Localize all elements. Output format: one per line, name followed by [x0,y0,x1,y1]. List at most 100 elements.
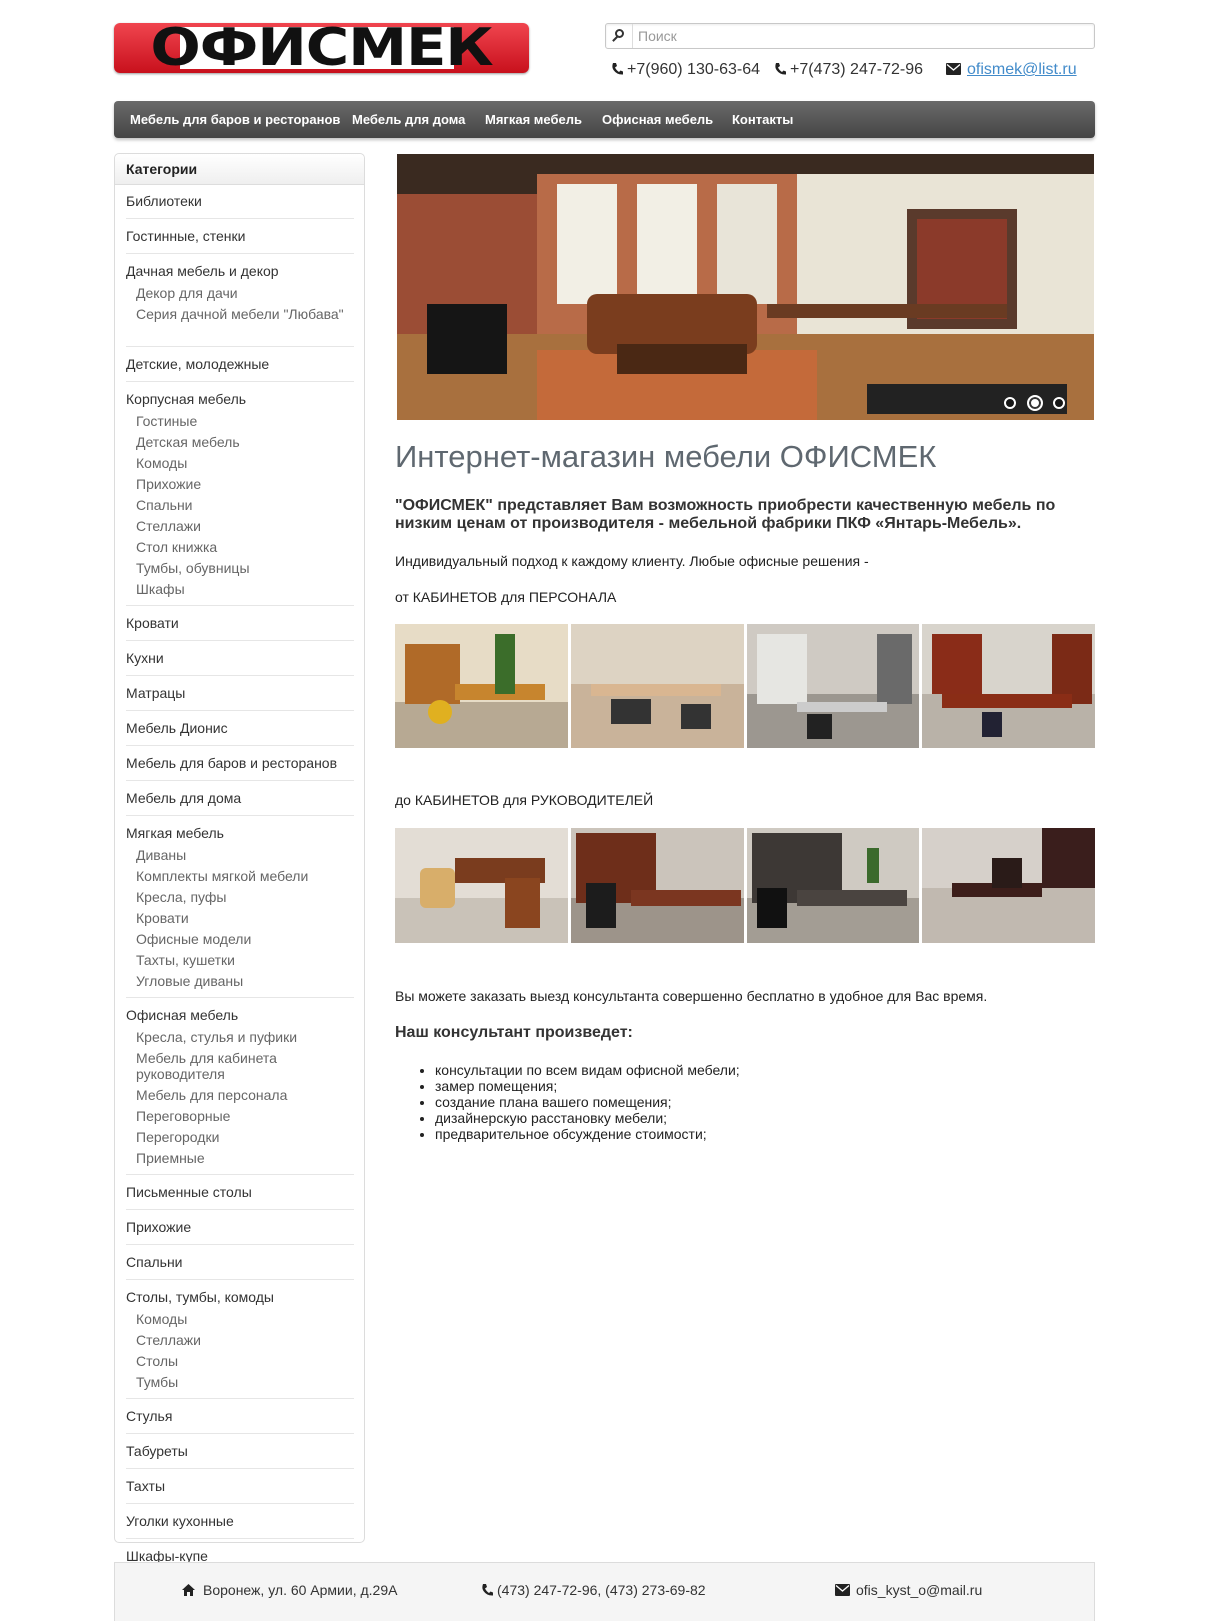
sidebar-divider [126,1503,354,1504]
email: ofismek@list.ru [946,59,1077,81]
sidebar-subitem-link[interactable]: Комоды [126,1311,354,1327]
sidebar-subitem-link[interactable]: Мебель для персонала [126,1087,354,1103]
sidebar-item-link[interactable]: Мебель Дионис [126,719,354,737]
sidebar-subitem-link[interactable]: Офисные модели [126,931,354,947]
gallery-thumb[interactable] [570,624,744,748]
sidebar-subitem-link[interactable]: Кресла, пуфы [126,889,354,905]
sidebar-item-link[interactable]: Кухни [126,649,354,667]
sidebar-item-link[interactable]: Гостинные, стенки [126,227,354,245]
consult-list: консультации по всем видам офисной мебел… [420,1062,740,1142]
sidebar-category: Мебель Дионис [126,719,354,737]
sidebar-subitem-link[interactable]: Стеллажи [126,518,354,534]
sidebar-title: Категории [115,154,364,185]
sidebar-item-link[interactable]: Табуреты [126,1442,354,1460]
sidebar-subitem-link[interactable]: Кровати [126,910,354,926]
sidebar-category: Мебель для дома [126,789,354,807]
sidebar-subitem-link[interactable]: Тахты, кушетки [126,952,354,968]
sidebar-subitem-link[interactable]: Комплекты мягкой мебели [126,868,354,884]
gallery-thumb[interactable] [746,828,920,943]
consult-title: Наш консультант произведет: [395,1024,633,1041]
nav-item-bars-restaurants[interactable]: Мебель для баров и ресторанов [130,101,340,138]
sidebar-category: Корпусная мебель Гостиные Детская мебель Ко… [126,390,354,597]
sidebar-subitem-link[interactable]: Гостиные [126,413,354,429]
sidebar-item-link[interactable]: Офисная мебель [126,1006,354,1024]
sidebar-item-link[interactable]: Спальни [126,1253,354,1271]
consult-text: Вы можете заказать выезд консультанта со… [395,988,988,1004]
nav-item-home-furniture[interactable]: Мебель для дома [352,101,465,138]
sidebar-subitem-link[interactable]: Столы [126,1353,354,1369]
search-input[interactable] [638,26,1078,46]
slider-image [397,154,1094,420]
footer-email-text[interactable]: ofis_kyst_o@mail.ru [856,1582,982,1598]
sidebar-category: Офисная мебель Кресла, стулья и пуфики Меб… [126,1006,354,1166]
search-icon[interactable] [606,24,633,48]
gallery-thumb[interactable] [570,828,744,943]
nav-item-office[interactable]: Офисная мебель [602,101,713,138]
sidebar-item-link[interactable]: Матрацы [126,684,354,702]
sidebar-subitem-link[interactable]: Диваны [126,847,354,863]
sidebar-divider [126,1538,354,1539]
page-title: Интернет-магазин мебели ОФИСМЕК [395,439,937,474]
sidebar-subitem-link[interactable]: Прихожие [126,476,354,492]
slider-dot-1[interactable] [1004,397,1016,409]
gallery-thumb[interactable] [922,828,1095,943]
sidebar-subitem-link[interactable]: Приемные [126,1150,354,1166]
sidebar-subitem-link[interactable]: Стеллажи [126,1332,354,1348]
sidebar-subitem-link[interactable]: Мебель для кабинета руководителя [126,1050,354,1082]
nav-item-upholstered[interactable]: Мягкая мебель [485,101,582,138]
sidebar-subitem-link[interactable]: Шкафы [126,581,354,597]
search-box[interactable] [605,23,1095,49]
sidebar-item-link[interactable]: Тахты [126,1477,354,1495]
sidebar-item-link[interactable]: Детские, молодежные [126,355,354,373]
sidebar-item-link[interactable]: Мебель для баров и ресторанов [126,754,354,772]
sidebar-subitem-link[interactable]: Серия дачной мебели "Любава" [126,306,354,322]
sidebar-divider [126,381,354,382]
envelope-icon [946,63,961,75]
sidebar-subitem-link[interactable]: Кресла, стулья и пуфики [126,1029,354,1045]
sidebar-item-link[interactable]: Мягкая мебель [126,824,354,842]
sidebar-divider [126,1209,354,1210]
sidebar-item-link[interactable]: Уголки кухонные [126,1512,354,1530]
gallery-thumb[interactable] [395,624,568,748]
sidebar-subitem-link[interactable]: Перегородки [126,1129,354,1145]
sidebar-category: Мягкая мебель Диваны Комплекты мягкой мебе… [126,824,354,989]
slider-dot-2[interactable] [1027,395,1043,411]
gallery-thumb[interactable] [746,624,920,748]
staff-offices-caption: от КАБИНЕТОВ для ПЕРСОНАЛА [395,589,617,605]
logo[interactable]: ОФИСМЕК [114,23,529,73]
sidebar-item-link[interactable]: Стулья [126,1407,354,1425]
sidebar-subitem-link[interactable]: Тумбы, обувницы [126,560,354,576]
gallery-thumb[interactable] [395,828,568,943]
footer-address-text: Воронеж, ул. 60 Армии, д.29А [203,1582,398,1598]
sidebar-item-link[interactable]: Прихожие [126,1218,354,1236]
sidebar-item-link[interactable]: Корпусная мебель [126,390,354,408]
sidebar-item-link[interactable]: Мебель для дома [126,789,354,807]
nav-item-contacts[interactable]: Контакты [732,101,793,138]
sidebar-divider [126,997,354,998]
sidebar-item-link[interactable]: Дачная мебель и декор [126,262,354,280]
sidebar-subitem-link[interactable]: Тумбы [126,1374,354,1390]
sidebar-divider [126,1174,354,1175]
sidebar-subitem-link[interactable]: Переговорные [126,1108,354,1124]
sidebar-subitem-link[interactable]: Угловые диваны [126,973,354,989]
slider-dot-3[interactable] [1053,397,1065,409]
hero-slider[interactable] [397,154,1094,420]
sidebar-subitem-link[interactable]: Детская мебель [126,434,354,450]
sidebar-category: Кровати [126,614,354,632]
sidebar-subitem-link[interactable]: Комоды [126,455,354,471]
sidebar-subitem-link[interactable]: Стол книжка [126,539,354,555]
sidebar-divider [126,640,354,641]
gallery-thumb[interactable] [922,624,1095,748]
sidebar-item-link[interactable]: Письменные столы [126,1183,354,1201]
sidebar-category: Гостинные, стенки [126,227,354,245]
logo-text: ОФИСМЕК [150,23,493,73]
sidebar-item-link[interactable]: Кровати [126,614,354,632]
email-link[interactable]: ofismek@list.ru [967,61,1077,78]
phone-2: +7(473) 247-72-96 [774,59,923,81]
sidebar-item-link[interactable]: Библиотеки [126,192,354,210]
sidebar-subitem-link[interactable]: Декор для дачи [126,285,354,301]
footer: Воронеж, ул. 60 Армии, д.29А (473) 247-7… [114,1562,1095,1621]
intro-text: Индивидуальный подход к каждому клиенту.… [395,553,869,569]
sidebar-subitem-link[interactable]: Спальни [126,497,354,513]
sidebar-item-link[interactable]: Столы, тумбы, комоды [126,1288,354,1306]
